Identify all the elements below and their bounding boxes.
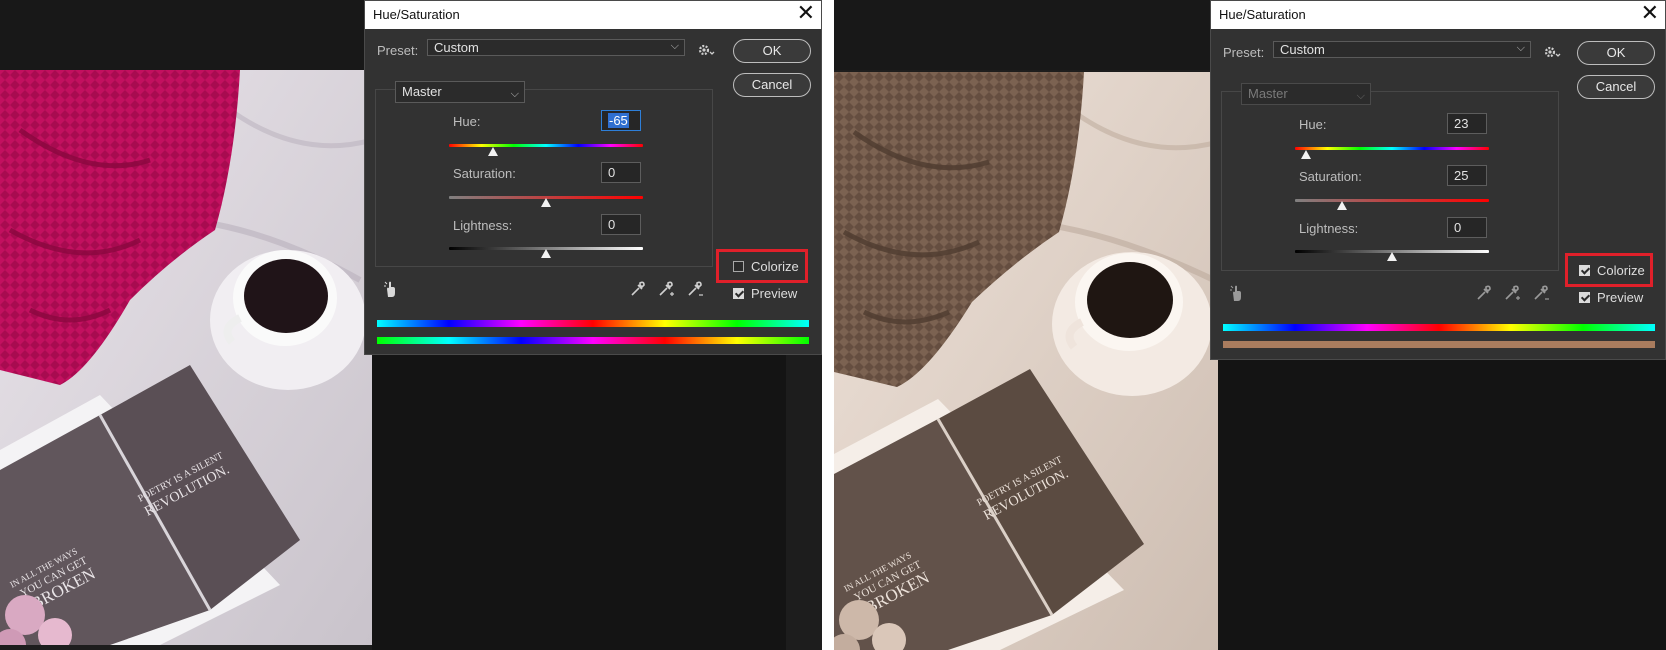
eyedropper-icon[interactable]: [630, 281, 646, 297]
lightness-input[interactable]: 0: [1447, 217, 1487, 238]
photo-canvas-colorized: POETRY IS A SILENT REVOLUTION. IN ALL TH…: [834, 72, 1218, 650]
right-panel: POETRY IS A SILENT REVOLUTION. IN ALL TH…: [834, 0, 1666, 650]
preset-value: Custom: [434, 40, 479, 55]
hue-value: 23: [1454, 116, 1469, 131]
cancel-button[interactable]: Cancel: [1577, 75, 1655, 99]
chevron-down-icon: ⌵: [670, 40, 679, 52]
eyedropper-plus-icon[interactable]: [658, 281, 676, 297]
targeted-adjustment-hand-icon[interactable]: [383, 280, 399, 298]
left-panel: POETRY IS A SILENT REVOLUTION. IN ALL TH…: [0, 0, 822, 650]
close-icon[interactable]: ✕: [1641, 2, 1659, 24]
output-color-bar: [377, 337, 809, 344]
lightness-input[interactable]: 0: [601, 214, 641, 235]
input-color-bar: [377, 320, 809, 327]
hue-label: Hue:: [453, 114, 481, 129]
preset-label: Preset:: [377, 43, 419, 58]
photo-artwork: POETRY IS A SILENT REVOLUTION. IN ALL TH…: [0, 70, 372, 645]
channel-dropdown[interactable]: Master ⌵: [1241, 83, 1371, 105]
input-color-bar: [1223, 324, 1655, 331]
gear-icon[interactable]: [698, 43, 716, 57]
dialog-titlebar: Hue/Saturation ✕: [365, 1, 821, 29]
lightness-slider-thumb[interactable]: [1387, 252, 1397, 261]
hue-input[interactable]: 23: [1447, 113, 1487, 134]
adjustment-groupbox: [1221, 91, 1559, 271]
workspace-dark: [1218, 360, 1666, 650]
colorize-checkbox[interactable]: [1579, 265, 1590, 276]
hue-saturation-dialog: Hue/Saturation ✕ Preset: Custom ⌵ OK Can…: [364, 0, 822, 355]
preset-dropdown[interactable]: Custom ⌵: [427, 39, 685, 56]
eyedropper-minus-icon[interactable]: [687, 281, 705, 297]
saturation-label: Saturation:: [1299, 169, 1362, 184]
cancel-button[interactable]: Cancel: [733, 73, 811, 97]
saturation-label: Saturation:: [453, 166, 516, 181]
hue-label: Hue:: [1299, 117, 1327, 132]
preview-label: Preview: [751, 286, 798, 301]
hue-slider-track[interactable]: [1295, 147, 1489, 150]
colorize-label: Colorize: [1597, 263, 1645, 278]
preview-checkbox[interactable]: [1579, 292, 1590, 303]
lightness-value: 0: [608, 217, 616, 232]
adjustment-groupbox: [375, 89, 713, 267]
hue-slider-thumb[interactable]: [488, 147, 498, 156]
lightness-label: Lightness:: [453, 218, 513, 233]
ok-button[interactable]: OK: [733, 39, 811, 63]
hue-slider-thumb[interactable]: [1301, 150, 1311, 159]
close-icon[interactable]: ✕: [797, 2, 815, 24]
photo-canvas-original: POETRY IS A SILENT REVOLUTION. IN ALL TH…: [0, 70, 372, 645]
saturation-value: 25: [1454, 168, 1469, 183]
hue-value: -65: [608, 113, 629, 128]
preview-label: Preview: [1597, 290, 1644, 305]
saturation-input[interactable]: 25: [1447, 165, 1487, 186]
lightness-value: 0: [1454, 220, 1462, 235]
preset-label: Preset:: [1223, 45, 1265, 60]
eyedropper-minus-icon[interactable]: [1533, 285, 1551, 301]
eyedropper-plus-icon[interactable]: [1504, 285, 1522, 301]
ok-button[interactable]: OK: [1577, 41, 1655, 65]
lightness-slider-thumb[interactable]: [541, 249, 551, 258]
dialog-title: Hue/Saturation: [1219, 7, 1306, 22]
preview-checkbox[interactable]: [733, 288, 744, 299]
photo-artwork-sepia: POETRY IS A SILENT REVOLUTION. IN ALL TH…: [834, 72, 1218, 650]
saturation-value: 0: [608, 165, 616, 180]
chevron-down-icon: ⌵: [1356, 90, 1365, 102]
channel-value: Master: [402, 84, 442, 99]
hue-input[interactable]: -65: [601, 110, 641, 131]
saturation-slider-track[interactable]: [1295, 199, 1489, 202]
saturation-slider-thumb[interactable]: [1337, 201, 1347, 210]
channel-dropdown[interactable]: Master ⌵: [395, 81, 525, 103]
hue-slider-track[interactable]: [449, 144, 643, 147]
workspace-dark: [372, 355, 786, 650]
channel-value: Master: [1248, 86, 1288, 101]
dialog-titlebar: Hue/Saturation ✕: [1211, 1, 1665, 29]
colorize-label: Colorize: [751, 259, 799, 274]
saturation-slider-thumb[interactable]: [541, 198, 551, 207]
chevron-down-icon: ⌵: [510, 88, 519, 100]
gear-icon[interactable]: [1544, 45, 1562, 59]
hue-saturation-dialog: Hue/Saturation ✕ Preset: Custom ⌵ OK Can…: [1210, 0, 1666, 360]
lightness-label: Lightness:: [1299, 221, 1359, 236]
dialog-title: Hue/Saturation: [373, 7, 460, 22]
preset-dropdown[interactable]: Custom ⌵: [1273, 41, 1531, 58]
targeted-adjustment-hand-icon[interactable]: [1229, 284, 1245, 302]
colorize-checkbox[interactable]: [733, 261, 744, 272]
eyedropper-icon[interactable]: [1476, 285, 1492, 301]
preset-value: Custom: [1280, 42, 1325, 57]
saturation-input[interactable]: 0: [601, 162, 641, 183]
chevron-down-icon: ⌵: [1516, 42, 1525, 54]
output-color-bar: [1223, 341, 1655, 348]
